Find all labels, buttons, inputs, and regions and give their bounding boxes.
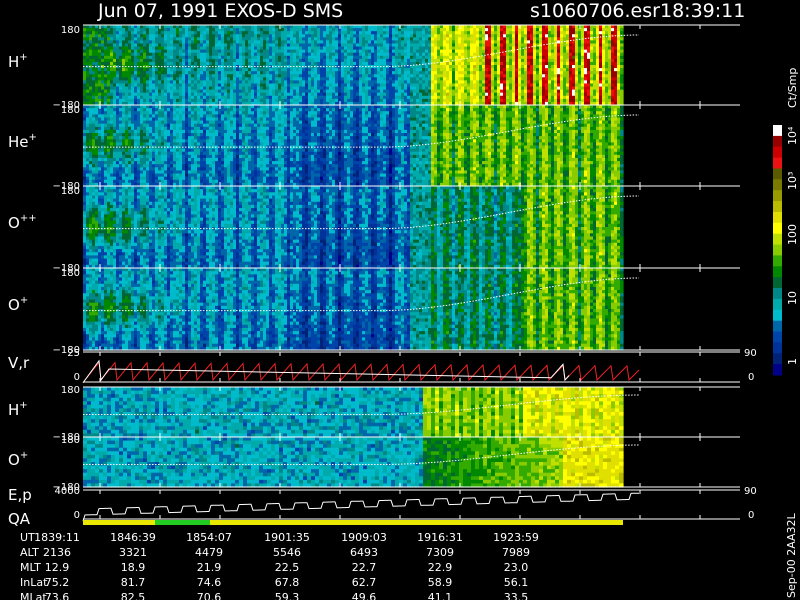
footer-value: 22.7 <box>352 561 377 574</box>
footer-row-label: ALT <box>20 546 39 559</box>
footer-value: 81.7 <box>121 576 146 589</box>
footer-value: 2136 <box>43 546 71 559</box>
colorbar-tick-label: 10 <box>786 291 799 305</box>
side-note: Sep-00 2AA32L <box>785 512 798 598</box>
qa-label: QA <box>8 510 31 528</box>
y-tick-min: 0 <box>74 372 80 383</box>
footer-value: 62.7 <box>352 576 377 589</box>
r-tick-max: 90 <box>744 486 757 497</box>
colorbar-tick-label: 100 <box>786 224 799 245</box>
panel-label: O+ <box>8 295 28 314</box>
footer-value: 21.9 <box>197 561 222 574</box>
panel-label: H+ <box>8 400 28 419</box>
r-tick-min: 0 <box>748 372 754 383</box>
y-tick-max: 180 <box>61 385 80 396</box>
footer-row-label: MLat <box>20 591 47 600</box>
colorbar-tick-label: 10³ <box>786 172 799 190</box>
footer-value: 58.9 <box>428 576 453 589</box>
footer-value: 49.6 <box>352 591 377 600</box>
footer-value: 23.0 <box>504 561 529 574</box>
y-tick-max: 25 <box>67 348 80 359</box>
colorbar-tick-label: 1 <box>786 358 799 365</box>
footer-value: 1909:03 <box>341 531 387 544</box>
y-tick-max: 180 <box>61 268 80 279</box>
footer-value: 59.3 <box>275 591 300 600</box>
footer-value: 82.5 <box>121 591 146 600</box>
footer-value: 74.6 <box>197 576 222 589</box>
panel-label: H+ <box>8 52 28 71</box>
r-tick-max: 90 <box>744 348 757 359</box>
footer-value: 56.1 <box>504 576 529 589</box>
panel-label: O+ <box>8 450 28 469</box>
panel-label: E,p <box>8 486 32 504</box>
y-tick-max: 180 <box>61 25 80 36</box>
footer-value: 1846:39 <box>110 531 156 544</box>
figure: Jun 07, 1991 EXOS-D SMS s1060706.esr 18:… <box>8 0 799 600</box>
footer-value: 73.6 <box>45 591 70 600</box>
footer-value: 18.9 <box>121 561 146 574</box>
footer-value: 41.1 <box>428 591 453 600</box>
y-tick-max: 180 <box>61 105 80 116</box>
footer-value: 75.2 <box>45 576 70 589</box>
y-tick-max: 180 <box>61 186 80 197</box>
panel-label: V,r <box>8 354 30 372</box>
footer-value: 7309 <box>426 546 454 559</box>
file-time: 18:39:11 <box>660 0 745 22</box>
file-name: s1060706.esr <box>530 0 660 22</box>
footer-value: 1839:11 <box>34 531 80 544</box>
r-tick-min: 0 <box>748 510 754 521</box>
footer-value: 4479 <box>195 546 223 559</box>
panel-label: He+ <box>8 132 37 151</box>
footer-value: 22.9 <box>428 561 453 574</box>
panel-label: O++ <box>8 213 37 232</box>
footer-value: 12.9 <box>45 561 70 574</box>
footer-value: 5546 <box>273 546 301 559</box>
footer-value: 3321 <box>119 546 147 559</box>
footer-value: 1901:35 <box>264 531 310 544</box>
y-tick-max: 4000 <box>55 486 80 497</box>
footer-value: 6493 <box>350 546 378 559</box>
footer-value: 67.8 <box>275 576 300 589</box>
colorbar-label: Ct/Smp <box>786 68 799 108</box>
colorbar-tick-label: 10⁴ <box>786 126 799 145</box>
footer-value: 1916:31 <box>417 531 463 544</box>
y-tick-min: 0 <box>74 510 80 521</box>
footer-value: 1923:59 <box>493 531 539 544</box>
footer-row-label: MLT <box>20 561 41 574</box>
footer-row-label: UT <box>20 531 35 544</box>
footer-value: 22.5 <box>275 561 300 574</box>
chart-title: Jun 07, 1991 EXOS-D SMS <box>97 0 343 22</box>
footer-value: 33.5 <box>504 591 529 600</box>
footer-value: 7989 <box>502 546 530 559</box>
footer-value: 1854:07 <box>186 531 232 544</box>
y-tick-max: 180 <box>61 435 80 446</box>
footer-value: 70.6 <box>197 591 222 600</box>
